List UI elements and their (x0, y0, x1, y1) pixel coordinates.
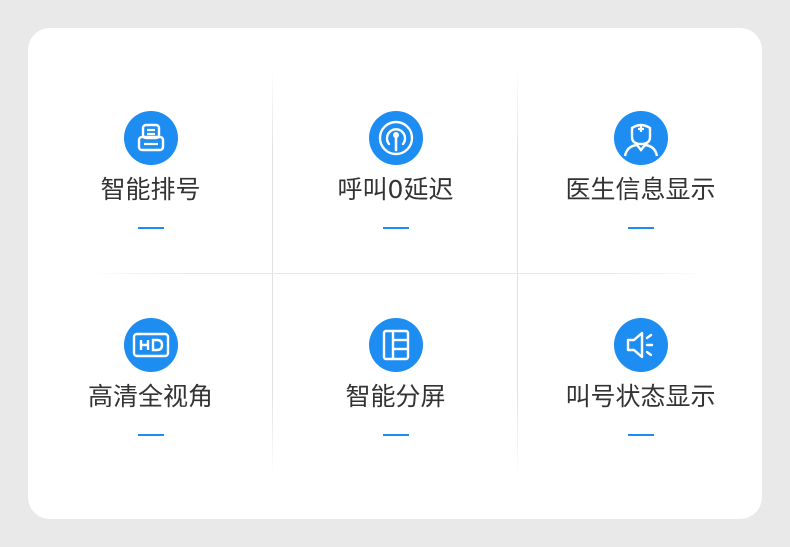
accent-dash (138, 227, 164, 229)
feature-item-zero-delay-call: 呼叫0延迟 (273, 68, 518, 268)
feature-item-hd-view: 高清全视角 (28, 276, 273, 476)
speaker-icon (614, 318, 668, 372)
feature-item-doctor-info: 医生信息显示 (518, 68, 763, 268)
hd-icon (124, 318, 178, 372)
accent-dash (383, 227, 409, 229)
feature-label: 叫号状态显示 (565, 382, 716, 411)
accent-dash (138, 434, 164, 436)
feature-label: 呼叫0延迟 (337, 175, 454, 204)
feature-grid: 智能排号 呼叫0延迟 医生信息显示 高清全视角 智能分屏 叫号状态显示 (28, 28, 762, 519)
accent-dash (628, 434, 654, 436)
feature-item-call-status: 叫号状态显示 (518, 276, 763, 476)
divider-horizontal (88, 273, 708, 274)
doctor-icon (614, 111, 668, 165)
signal-broadcast-icon (369, 111, 423, 165)
accent-dash (383, 434, 409, 436)
feature-label: 智能分屏 (345, 382, 446, 411)
feature-item-smart-queue: 智能排号 (28, 68, 273, 268)
feature-label: 高清全视角 (87, 382, 213, 411)
accent-dash (628, 227, 654, 229)
queue-ticket-icon (124, 111, 178, 165)
feature-label: 医生信息显示 (565, 175, 716, 204)
split-screen-icon (369, 318, 423, 372)
feature-label: 智能排号 (100, 175, 201, 204)
feature-item-split-screen: 智能分屏 (273, 276, 518, 476)
